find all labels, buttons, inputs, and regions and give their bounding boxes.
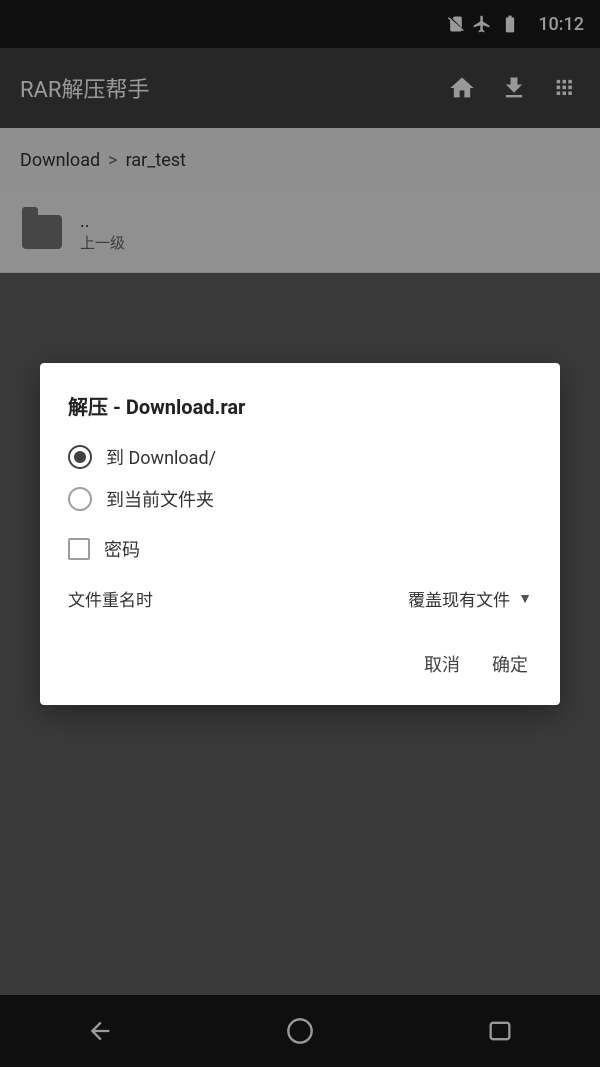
cancel-button[interactable]: 取消	[420, 643, 464, 685]
dialog-actions: 取消 确定	[68, 643, 532, 685]
radio-current-circle	[68, 487, 92, 511]
dialog-title: 解压 - Download.rar	[68, 391, 532, 420]
dialog-title-prefix: 解压 -	[68, 395, 126, 419]
confirm-button[interactable]: 确定	[488, 643, 532, 685]
dialog-overlay: 解压 - Download.rar 到 Download/ 到当前文件夹 密码	[0, 0, 600, 1067]
destination-radio-group: 到 Download/ 到当前文件夹	[68, 444, 532, 512]
password-checkbox-group: 密码	[68, 536, 532, 562]
file-conflict-row: 文件重名时 覆盖现有文件 ▼	[68, 586, 532, 615]
radio-download[interactable]: 到 Download/	[68, 444, 532, 470]
radio-download-circle	[68, 445, 92, 469]
checkbox-box	[68, 538, 90, 560]
chevron-down-icon: ▼	[518, 590, 532, 607]
radio-current-label: 到当前文件夹	[106, 486, 214, 512]
extract-dialog: 解压 - Download.rar 到 Download/ 到当前文件夹 密码	[40, 363, 560, 705]
radio-download-inner	[74, 451, 86, 463]
conflict-label: 文件重名时	[68, 586, 153, 611]
dialog-title-bold: Download.rar	[126, 395, 246, 419]
checkbox-label: 密码	[104, 536, 140, 562]
conflict-dropdown[interactable]: 覆盖现有文件 ▼	[408, 586, 532, 611]
radio-current-folder[interactable]: 到当前文件夹	[68, 486, 532, 512]
radio-download-label: 到 Download/	[106, 444, 216, 470]
password-checkbox[interactable]: 密码	[68, 536, 532, 562]
conflict-value-text: 覆盖现有文件	[408, 586, 510, 611]
